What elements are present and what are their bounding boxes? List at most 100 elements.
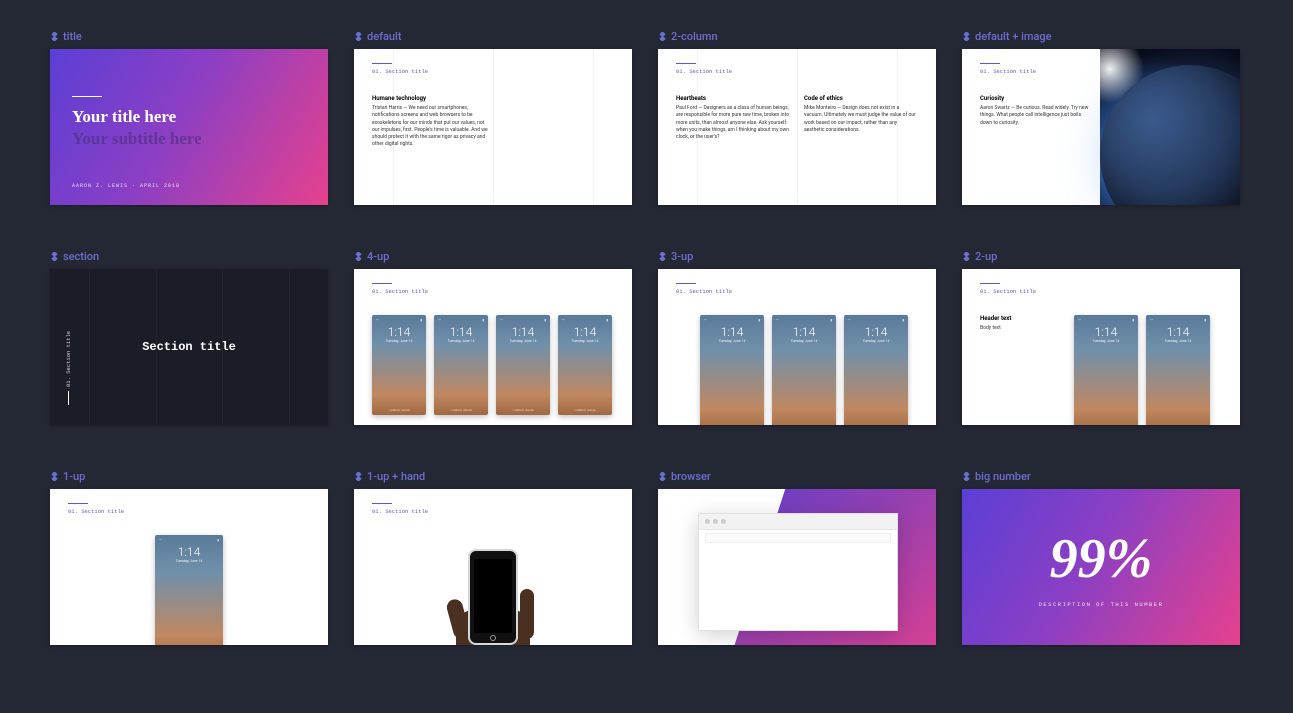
- label-text: big number: [975, 470, 1031, 483]
- content-header: Header text: [980, 315, 1060, 322]
- template-default[interactable]: default 01. Section title Humane technol…: [354, 30, 632, 205]
- slide-2-column[interactable]: 01. Section title Heartbeats Paul Ford —…: [658, 49, 936, 205]
- template-1-up[interactable]: 1-up 01. Section title •••▮1:14Tuesday, …: [50, 470, 328, 645]
- section-label: 01. Section title: [372, 288, 614, 295]
- template-label: 2-up: [962, 250, 1240, 263]
- phone-mockup: •••▮1:14Tuesday, June 14> slide to unloc…: [558, 315, 612, 415]
- slide-1-up-hand[interactable]: 01. Section title: [354, 489, 632, 645]
- phone-mockup: •••▮1:14Tuesday, June 14> slide to unloc…: [434, 315, 488, 415]
- template-title[interactable]: title Your title here Your subtitle here…: [50, 30, 328, 205]
- section-main-title: Section title: [50, 340, 328, 354]
- template-browser[interactable]: browser: [658, 470, 936, 645]
- label-text: 3-up: [671, 250, 693, 263]
- traffic-light-icon: [721, 519, 726, 524]
- big-number-description: DESCRIPTION OF THIS NUMBER: [1039, 601, 1164, 608]
- template-label: 1-up + hand: [354, 470, 632, 483]
- label-text: browser: [671, 470, 711, 483]
- label-text: default + image: [975, 30, 1052, 43]
- eyebrow-rule: [372, 503, 392, 504]
- component-icon: [658, 252, 667, 261]
- earth-image: [1100, 49, 1240, 205]
- slide-1-up[interactable]: 01. Section title •••▮1:14Tuesday, June …: [50, 489, 328, 645]
- component-icon: [50, 252, 59, 261]
- label-text: title: [63, 30, 82, 43]
- label-text: 2-column: [671, 30, 718, 43]
- template-label: title: [50, 30, 328, 43]
- label-text: 1-up + hand: [367, 470, 425, 483]
- template-4-up[interactable]: 4-up 01. Section title •••▮1:14Tuesday, …: [354, 250, 632, 425]
- section-label: 01. Section title: [980, 288, 1222, 295]
- template-big-number[interactable]: big number 99% DESCRIPTION OF THIS NUMBE…: [962, 470, 1240, 645]
- traffic-light-icon: [705, 519, 710, 524]
- eyebrow-rule: [68, 503, 88, 504]
- slide-title[interactable]: Your title here Your subtitle here AARON…: [50, 49, 328, 205]
- browser-window: [698, 513, 898, 631]
- browser-chrome: [699, 514, 897, 530]
- content-header: Humane technology: [372, 95, 492, 102]
- content-body: Aaron Swartz — Be curious. Read widely. …: [980, 105, 1090, 127]
- template-default-image[interactable]: default + image 01. Section title Curios…: [962, 30, 1240, 205]
- slide-section[interactable]: 01. Section title Section title: [50, 269, 328, 425]
- template-1-up-hand[interactable]: 1-up + hand 01. Section title: [354, 470, 632, 645]
- phone-mockup: •••▮1:14Tuesday, June 14> slide to unloc…: [372, 315, 426, 415]
- label-text: section: [63, 250, 99, 263]
- component-icon: [658, 32, 667, 41]
- content-body: Tristan Harris — We need our smartphones…: [372, 105, 492, 149]
- component-icon: [962, 252, 971, 261]
- phone-row: •••▮1:14Tuesday, June 14> slide to unloc…: [1074, 315, 1210, 425]
- label-text: default: [367, 30, 402, 43]
- component-icon: [50, 32, 59, 41]
- phone-mockup: •••▮1:14Tuesday, June 14> slide to unloc…: [700, 315, 764, 425]
- phone-row: •••▮1:14Tuesday, June 14> slide to unloc…: [372, 315, 614, 415]
- eyebrow-rule: [676, 283, 696, 284]
- subtitle-text: Your subtitle here: [72, 129, 306, 149]
- phone-mockup: •••▮1:14Tuesday, June 14> slide to unloc…: [1146, 315, 1210, 425]
- url-bar: [705, 533, 891, 543]
- slide-default[interactable]: 01. Section title Humane technology Tris…: [354, 49, 632, 205]
- traffic-light-icon: [713, 519, 718, 524]
- template-3-up[interactable]: 3-up 01. Section title •••▮1:14Tuesday, …: [658, 250, 936, 425]
- template-label: default + image: [962, 30, 1240, 43]
- col2-body: Mike Monteiro — Design does not exist in…: [804, 105, 918, 134]
- phone-mockup: •••▮1:14Tuesday, June 14> slide to unloc…: [496, 315, 550, 415]
- slide-4-up[interactable]: 01. Section title •••▮1:14Tuesday, June …: [354, 269, 632, 425]
- component-icon: [962, 32, 971, 41]
- template-label: 1-up: [50, 470, 328, 483]
- section-label: 01. Section title: [68, 508, 310, 515]
- component-icon: [354, 252, 363, 261]
- template-label: browser: [658, 470, 936, 483]
- component-icon: [50, 472, 59, 481]
- slide-2-up[interactable]: 01. Section title Header text Body text …: [962, 269, 1240, 425]
- section-label: 01. Section title: [372, 68, 614, 75]
- template-grid: title Your title here Your subtitle here…: [50, 30, 1243, 645]
- template-2-column[interactable]: 2-column 01. Section title Heartbeats Pa…: [658, 30, 936, 205]
- phone-mockup: •••▮1:14Tuesday, June 14> slide to unloc…: [772, 315, 836, 425]
- slide-big-number[interactable]: 99% DESCRIPTION OF THIS NUMBER: [962, 489, 1240, 645]
- col1-body: Paul Ford — Designers as a class of huma…: [676, 105, 790, 141]
- slide-default-image[interactable]: 01. Section title Curiosity Aaron Swartz…: [962, 49, 1240, 205]
- template-label: 2-column: [658, 30, 936, 43]
- template-label: big number: [962, 470, 1240, 483]
- hand-holding-phone: [468, 549, 518, 645]
- template-label: default: [354, 30, 632, 43]
- big-number-value: 99%: [1050, 527, 1153, 591]
- col2-header: Code of ethics: [804, 95, 918, 102]
- phone-row: •••▮1:14Tuesday, June 14> slide to unloc…: [68, 535, 310, 645]
- phone-mockup: •••▮1:14Tuesday, June 14> slide to unloc…: [1074, 315, 1138, 425]
- byline-text: AARON Z. LEWIS · APRIL 2018: [72, 183, 180, 189]
- eyebrow-rule: [372, 283, 392, 284]
- content-header: Curiosity: [980, 95, 1090, 102]
- template-section[interactable]: section 01. Section title Section title: [50, 250, 328, 425]
- template-2-up[interactable]: 2-up 01. Section title Header text Body …: [962, 250, 1240, 425]
- eyebrow-rule: [980, 63, 1000, 64]
- label-text: 1-up: [63, 470, 85, 483]
- phone-device: [468, 549, 518, 645]
- slide-browser[interactable]: [658, 489, 936, 645]
- col1-header: Heartbeats: [676, 95, 790, 102]
- phone-row: •••▮1:14Tuesday, June 14> slide to unloc…: [700, 315, 918, 425]
- slide-3-up[interactable]: 01. Section title •••▮1:14Tuesday, June …: [658, 269, 936, 425]
- title-text: Your title here: [72, 107, 306, 127]
- component-icon: [658, 472, 667, 481]
- rule-line: [72, 96, 102, 97]
- section-label: 01. Section title: [676, 68, 918, 75]
